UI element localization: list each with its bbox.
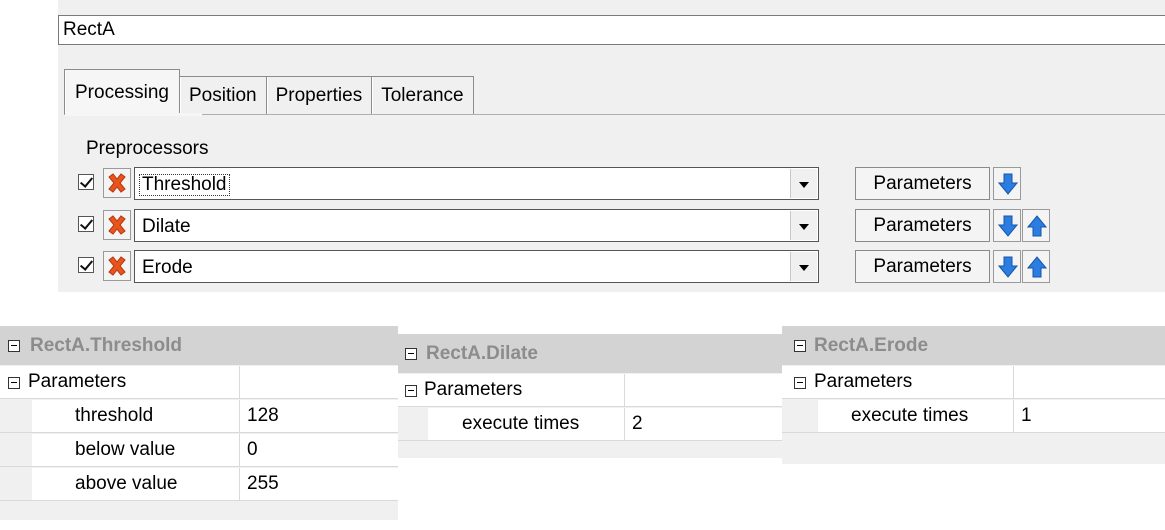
tab-bar: Processing Position Properties Tolerance [64, 66, 474, 115]
chevron-down-icon[interactable] [790, 169, 817, 198]
property-name: threshold [75, 405, 154, 426]
threshold-property-grid: RectA.Threshold Parameters threshold 128… [0, 326, 398, 501]
enable-checkbox[interactable] [78, 257, 94, 273]
preprocessor-editor-panel: RectA Processing Position Properties Tol… [58, 0, 1165, 292]
preprocessor-select[interactable]: Erode [134, 250, 819, 283]
grid-category-header: RectA.Threshold [0, 326, 398, 365]
preprocessor-select-value: Erode [142, 257, 193, 278]
group-label: Parameters [424, 379, 523, 400]
grid-group-row[interactable]: Parameters [782, 366, 1165, 399]
property-row[interactable]: execute times 2 [398, 408, 782, 441]
preprocessor-select[interactable]: Dilate [134, 209, 819, 242]
delete-x-icon [108, 173, 126, 193]
property-value[interactable]: 2 [632, 413, 643, 435]
dilate-property-grid: RectA.Dilate Parameters execute times 2 [398, 334, 782, 458]
parameters-button[interactable]: Parameters [855, 250, 990, 283]
arrow-down-icon [998, 173, 1018, 195]
enable-checkbox[interactable] [78, 174, 94, 190]
property-name: execute times [462, 413, 580, 434]
group-label: Parameters [28, 371, 127, 392]
chevron-down-icon[interactable] [790, 252, 817, 281]
delete-button[interactable] [103, 210, 131, 240]
delete-x-icon [108, 215, 126, 235]
collapse-minus-icon[interactable] [794, 377, 806, 389]
group-label: Parameters [814, 371, 913, 392]
property-value[interactable]: 1 [1021, 405, 1032, 427]
arrow-up-icon [1027, 215, 1047, 237]
chevron-down-icon[interactable] [790, 211, 817, 240]
delete-button[interactable] [103, 251, 131, 281]
collapse-minus-icon[interactable] [8, 340, 20, 352]
collapse-minus-icon[interactable] [405, 385, 417, 397]
enable-checkbox[interactable] [78, 216, 94, 232]
preprocessor-select-value: Dilate [142, 216, 191, 237]
property-value[interactable]: 0 [247, 439, 258, 461]
grid-group-row[interactable]: Parameters [0, 366, 398, 399]
grid-title: RectA.Threshold [30, 335, 183, 356]
move-down-button[interactable] [993, 167, 1021, 200]
collapse-minus-icon[interactable] [8, 377, 20, 389]
arrow-down-icon [998, 256, 1018, 278]
arrow-down-icon [998, 215, 1018, 237]
grid-group-row[interactable]: Parameters [398, 374, 782, 407]
move-up-button[interactable] [1022, 250, 1050, 283]
grid-title: RectA.Erode [814, 335, 929, 356]
delete-button[interactable] [103, 168, 131, 198]
move-down-button[interactable] [993, 250, 1021, 283]
property-name: below value [75, 439, 176, 460]
tab-processing[interactable]: Processing [64, 69, 180, 115]
grid-category-header: RectA.Dilate [398, 334, 782, 373]
property-name: above value [75, 473, 178, 494]
property-value[interactable]: 128 [247, 405, 279, 427]
property-name: execute times [851, 405, 969, 426]
preprocessors-label: Preprocessors [86, 138, 209, 159]
collapse-minus-icon[interactable] [405, 348, 417, 360]
move-down-button[interactable] [993, 209, 1021, 242]
property-row[interactable]: threshold 128 [0, 400, 398, 433]
preprocessor-select-value: Threshold [139, 174, 230, 196]
erode-property-grid: RectA.Erode Parameters execute times 1 [782, 326, 1165, 464]
move-up-button[interactable] [1022, 209, 1050, 242]
collapse-minus-icon[interactable] [794, 340, 806, 352]
parameters-button[interactable]: Parameters [855, 209, 990, 242]
preprocessor-select[interactable]: Threshold [134, 167, 819, 200]
tab-tolerance[interactable]: Tolerance [372, 76, 474, 114]
arrow-up-icon [1027, 256, 1047, 278]
grid-title: RectA.Dilate [426, 343, 538, 364]
property-row[interactable]: above value 255 [0, 468, 398, 501]
property-row[interactable]: execute times 1 [782, 400, 1165, 433]
parameters-button[interactable]: Parameters [855, 167, 990, 200]
property-value[interactable]: 255 [247, 473, 279, 495]
tab-divider [64, 114, 1165, 115]
object-name-field[interactable]: RectA [58, 15, 1165, 45]
tab-position[interactable]: Position [180, 76, 267, 114]
delete-x-icon [108, 256, 126, 276]
grid-category-header: RectA.Erode [782, 326, 1165, 365]
tab-properties[interactable]: Properties [266, 76, 373, 114]
property-row[interactable]: below value 0 [0, 434, 398, 467]
